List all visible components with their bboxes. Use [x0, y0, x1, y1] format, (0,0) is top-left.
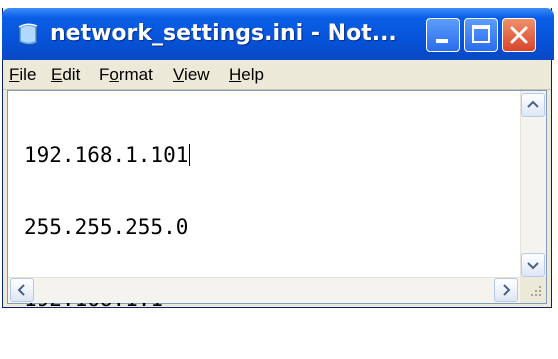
notepad-window: network_settings.ini - Not... File Edit … — [2, 8, 554, 311]
text-caret — [189, 144, 191, 166]
scroll-right-button[interactable] — [494, 278, 518, 302]
chevron-left-icon — [17, 284, 25, 296]
minimize-button[interactable] — [426, 18, 460, 52]
maximize-icon — [472, 25, 490, 43]
menu-view[interactable]: View — [173, 65, 210, 85]
scroll-up-button[interactable] — [521, 93, 545, 117]
scroll-left-button[interactable] — [10, 278, 34, 302]
resize-grip-icon[interactable] — [520, 277, 546, 303]
text-editor[interactable]: 192.168.1.101 255.255.255.0 192.168.1.1 — [7, 90, 547, 311]
scroll-down-button[interactable] — [521, 253, 545, 277]
menu-format[interactable]: Format — [99, 65, 153, 85]
text-line: 255.255.255.0 — [24, 215, 189, 239]
menu-help[interactable]: Help — [229, 65, 264, 85]
close-icon — [510, 26, 528, 44]
vertical-scrollbar[interactable] — [520, 91, 546, 279]
chevron-up-icon — [527, 100, 539, 108]
maximize-button[interactable] — [464, 18, 498, 52]
text-line: 192.168.1.101 — [24, 143, 191, 167]
close-button[interactable] — [502, 18, 536, 52]
window-title: network_settings.ini - Not... — [50, 21, 397, 46]
title-bar[interactable]: network_settings.ini - Not... — [2, 8, 554, 60]
minimize-icon — [436, 39, 448, 43]
chevron-right-icon — [503, 284, 511, 296]
horizontal-scrollbar[interactable] — [8, 277, 520, 303]
menu-file[interactable]: File — [9, 65, 36, 85]
editor-text[interactable]: 192.168.1.101 255.255.255.0 192.168.1.1 — [24, 95, 514, 311]
menu-edit[interactable]: Edit — [51, 65, 80, 85]
chevron-down-icon — [527, 262, 539, 270]
menu-bar: File Edit Format View Help — [3, 60, 551, 90]
notepad-icon[interactable] — [16, 21, 40, 47]
